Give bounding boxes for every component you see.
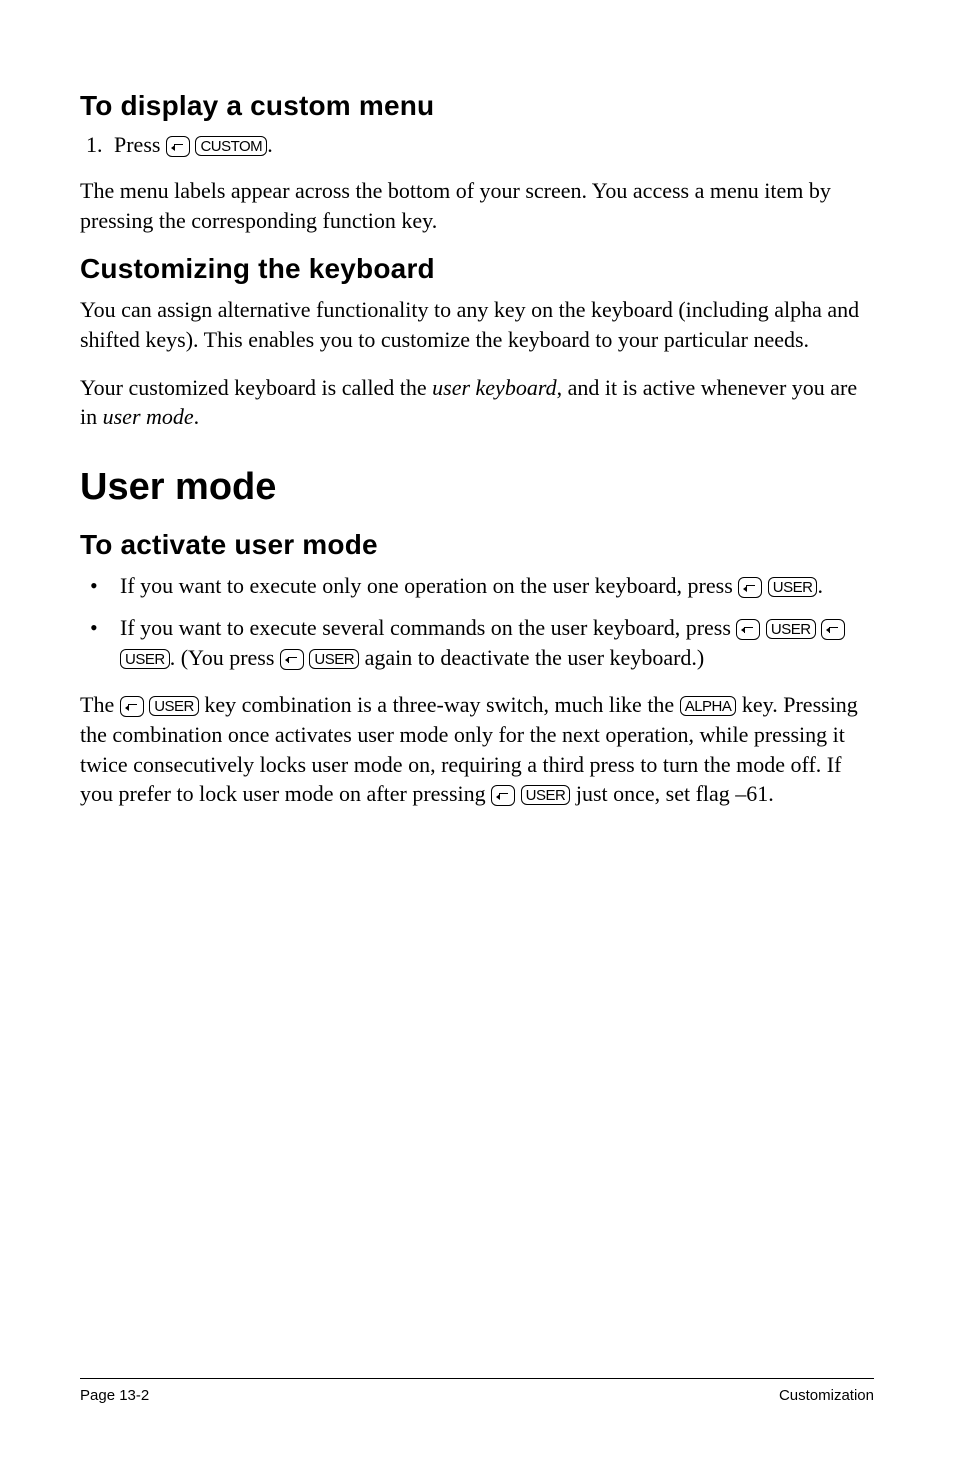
steps-display-custom: Press CUSTOM. [80,132,874,158]
text: . [194,404,200,429]
text: If you want to execute only one operatio… [120,573,738,598]
heading-display-custom-menu: To display a custom menu [80,90,874,122]
heading-customizing-keyboard: Customizing the keyboard [80,253,874,285]
left-shift-key-icon [491,785,515,806]
para-menu-labels: The menu labels appear across the bottom… [80,176,874,235]
alpha-key: ALPHA [680,696,737,716]
list-activate-user-mode: If you want to execute only one operatio… [80,571,874,672]
left-shift-key-icon [736,619,760,640]
text: . [817,573,823,598]
para-assign-functionality: You can assign alternative functionality… [80,295,874,354]
para-three-way-switch: The USER key combination is a three-way … [80,690,874,809]
text: just once, set flag –61. [576,781,774,806]
custom-key: CUSTOM [195,136,267,156]
step-1: Press CUSTOM. [108,132,874,158]
para-user-keyboard: Your customized keyboard is called the u… [80,373,874,432]
list-item: If you want to execute only one operatio… [108,571,874,601]
left-shift-key-icon [166,136,190,157]
user-key: USER [309,649,359,669]
section-name: Customization [779,1387,874,1404]
text: . (You press [170,645,280,670]
italic-user-keyboard: user keyboard [432,375,556,400]
step-text-suffix: . [267,132,273,157]
left-shift-key-icon [280,649,304,670]
user-key: USER [521,785,571,805]
list-item: If you want to execute several commands … [108,613,874,672]
left-shift-key-icon [821,619,845,640]
user-key: USER [149,696,199,716]
page-number: Page 13-2 [80,1387,149,1404]
left-shift-key-icon [738,577,762,598]
left-shift-key-icon [120,696,144,717]
text: again to deactivate the user keyboard.) [359,645,704,670]
italic-user-mode: user mode [103,404,194,429]
text: Your customized keyboard is called the [80,375,432,400]
page-footer: Page 13-2 Customization [80,1378,874,1404]
text: The [80,692,120,717]
user-key: USER [768,577,818,597]
user-key: USER [766,619,816,639]
text: If you want to execute several commands … [120,615,736,640]
step-text-prefix: Press [114,132,166,157]
heading-activate-user-mode: To activate user mode [80,529,874,561]
text: key combination is a three-way switch, m… [204,692,679,717]
title-user-mode: User mode [80,466,874,509]
user-key: USER [120,649,170,669]
